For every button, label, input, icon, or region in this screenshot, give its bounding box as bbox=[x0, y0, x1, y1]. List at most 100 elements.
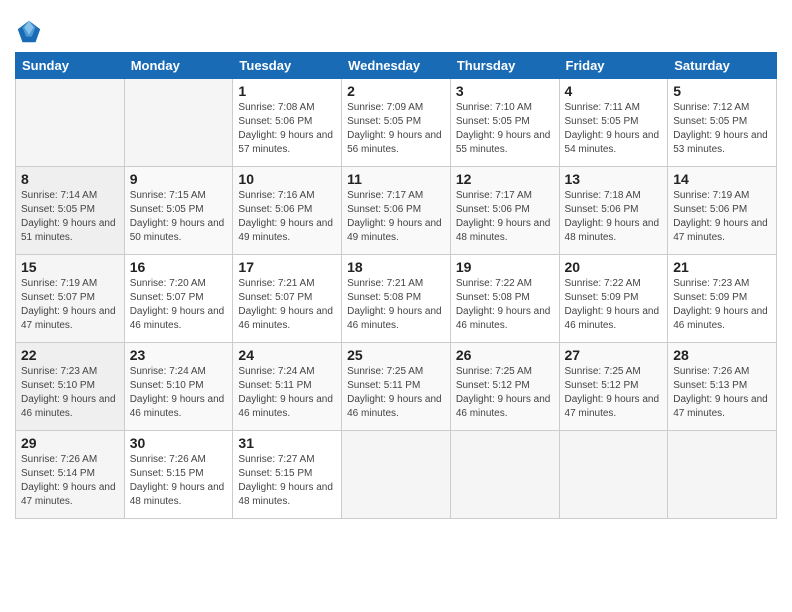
weekday-header: Saturday bbox=[668, 53, 777, 79]
calendar-cell: 22Sunrise: 7:23 AMSunset: 5:10 PMDayligh… bbox=[16, 343, 125, 431]
day-number: 28 bbox=[673, 347, 771, 363]
day-info: Sunrise: 7:11 AMSunset: 5:05 PMDaylight:… bbox=[565, 102, 660, 155]
calendar-cell bbox=[124, 79, 233, 167]
day-number: 18 bbox=[347, 259, 445, 275]
calendar-cell: 20 Sunrise: 7:22 AMSunset: 5:09 PMDayligh… bbox=[559, 255, 668, 343]
calendar-cell bbox=[450, 431, 559, 519]
calendar-cell: 4 Sunrise: 7:11 AMSunset: 5:05 PMDaylight… bbox=[559, 79, 668, 167]
calendar-cell: 24 Sunrise: 7:24 AMSunset: 5:11 PMDayligh… bbox=[233, 343, 342, 431]
calendar-week-row: 29 Sunrise: 7:26 AMSunset: 5:14 PMDayligh… bbox=[16, 431, 777, 519]
day-info: Sunrise: 7:14 AMSunset: 5:05 PMDaylight:… bbox=[21, 190, 116, 243]
day-number: 29 bbox=[21, 435, 119, 451]
day-info: Sunrise: 7:20 AMSunset: 5:07 PMDaylight:… bbox=[130, 278, 225, 331]
calendar-table: SundayMondayTuesdayWednesdayThursdayFrid… bbox=[15, 52, 777, 519]
day-number: 15 bbox=[21, 259, 119, 275]
calendar-cell: 28 Sunrise: 7:26 AMSunset: 5:13 PMDayligh… bbox=[668, 343, 777, 431]
calendar-cell: 10 Sunrise: 7:16 AMSunset: 5:06 PMDayligh… bbox=[233, 167, 342, 255]
day-number: 8 bbox=[21, 171, 119, 187]
day-number: 9 bbox=[130, 171, 228, 187]
day-number: 4 bbox=[565, 83, 663, 99]
day-info: Sunrise: 7:25 AMSunset: 5:12 PMDaylight:… bbox=[456, 366, 551, 419]
day-number: 2 bbox=[347, 83, 445, 99]
day-number: 12 bbox=[456, 171, 554, 187]
calendar-cell: 15 Sunrise: 7:19 AMSunset: 5:07 PMDayligh… bbox=[16, 255, 125, 343]
logo-icon bbox=[15, 18, 43, 46]
calendar-cell: 23 Sunrise: 7:24 AMSunset: 5:10 PMDayligh… bbox=[124, 343, 233, 431]
day-number: 20 bbox=[565, 259, 663, 275]
calendar-cell: 14 Sunrise: 7:19 AMSunset: 5:06 PMDayligh… bbox=[668, 167, 777, 255]
day-number: 19 bbox=[456, 259, 554, 275]
calendar-cell: 1Sunrise: 7:08 AMSunset: 5:06 PMDaylight… bbox=[233, 79, 342, 167]
day-info: Sunrise: 7:17 AMSunset: 5:06 PMDaylight:… bbox=[456, 190, 551, 243]
calendar-week-row: 1Sunrise: 7:08 AMSunset: 5:06 PMDaylight… bbox=[16, 79, 777, 167]
day-info: Sunrise: 7:25 AMSunset: 5:11 PMDaylight:… bbox=[347, 366, 442, 419]
day-info: Sunrise: 7:18 AMSunset: 5:06 PMDaylight:… bbox=[565, 190, 660, 243]
day-number: 25 bbox=[347, 347, 445, 363]
day-info: Sunrise: 7:23 AMSunset: 5:10 PMDaylight:… bbox=[21, 366, 116, 419]
day-number: 11 bbox=[347, 171, 445, 187]
day-info: Sunrise: 7:09 AMSunset: 5:05 PMDaylight:… bbox=[347, 102, 442, 155]
calendar-cell: 27 Sunrise: 7:25 AMSunset: 5:12 PMDayligh… bbox=[559, 343, 668, 431]
day-info: Sunrise: 7:27 AMSunset: 5:15 PMDaylight:… bbox=[238, 454, 333, 507]
calendar-cell: 2 Sunrise: 7:09 AMSunset: 5:05 PMDaylight… bbox=[342, 79, 451, 167]
day-number: 14 bbox=[673, 171, 771, 187]
day-info: Sunrise: 7:19 AMSunset: 5:07 PMDaylight:… bbox=[21, 278, 116, 331]
day-number: 3 bbox=[456, 83, 554, 99]
calendar-header-row: SundayMondayTuesdayWednesdayThursdayFrid… bbox=[16, 53, 777, 79]
day-number: 30 bbox=[130, 435, 228, 451]
calendar-cell: 12 Sunrise: 7:17 AMSunset: 5:06 PMDayligh… bbox=[450, 167, 559, 255]
day-number: 13 bbox=[565, 171, 663, 187]
day-info: Sunrise: 7:12 AMSunset: 5:05 PMDaylight:… bbox=[673, 102, 768, 155]
calendar-cell: 8 Sunrise: 7:14 AMSunset: 5:05 PMDaylight… bbox=[16, 167, 125, 255]
calendar-cell: 25 Sunrise: 7:25 AMSunset: 5:11 PMDayligh… bbox=[342, 343, 451, 431]
day-number: 21 bbox=[673, 259, 771, 275]
weekday-header: Thursday bbox=[450, 53, 559, 79]
day-number: 27 bbox=[565, 347, 663, 363]
day-number: 17 bbox=[238, 259, 336, 275]
calendar-cell: 26 Sunrise: 7:25 AMSunset: 5:12 PMDayligh… bbox=[450, 343, 559, 431]
calendar-week-row: 22Sunrise: 7:23 AMSunset: 5:10 PMDayligh… bbox=[16, 343, 777, 431]
weekday-header: Sunday bbox=[16, 53, 125, 79]
calendar-cell bbox=[342, 431, 451, 519]
day-info: Sunrise: 7:24 AMSunset: 5:11 PMDaylight:… bbox=[238, 366, 333, 419]
weekday-header: Tuesday bbox=[233, 53, 342, 79]
calendar-cell: 21 Sunrise: 7:23 AMSunset: 5:09 PMDayligh… bbox=[668, 255, 777, 343]
calendar-cell: 19Sunrise: 7:22 AMSunset: 5:08 PMDayligh… bbox=[450, 255, 559, 343]
day-info: Sunrise: 7:21 AMSunset: 5:07 PMDaylight:… bbox=[238, 278, 333, 331]
day-number: 26 bbox=[456, 347, 554, 363]
calendar-cell bbox=[559, 431, 668, 519]
day-number: 24 bbox=[238, 347, 336, 363]
calendar-cell: 9 Sunrise: 7:15 AMSunset: 5:05 PMDaylight… bbox=[124, 167, 233, 255]
day-number: 31 bbox=[238, 435, 336, 451]
day-info: Sunrise: 7:26 AMSunset: 5:14 PMDaylight:… bbox=[21, 454, 116, 507]
day-info: Sunrise: 7:25 AMSunset: 5:12 PMDaylight:… bbox=[565, 366, 660, 419]
logo bbox=[15, 18, 47, 46]
calendar-body: 1Sunrise: 7:08 AMSunset: 5:06 PMDaylight… bbox=[16, 79, 777, 519]
calendar-cell: 11 Sunrise: 7:17 AMSunset: 5:06 PMDayligh… bbox=[342, 167, 451, 255]
day-number: 16 bbox=[130, 259, 228, 275]
day-info: Sunrise: 7:19 AMSunset: 5:06 PMDaylight:… bbox=[673, 190, 768, 243]
day-info: Sunrise: 7:22 AMSunset: 5:09 PMDaylight:… bbox=[565, 278, 660, 331]
calendar-cell: 16 Sunrise: 7:20 AMSunset: 5:07 PMDayligh… bbox=[124, 255, 233, 343]
calendar-cell: 29 Sunrise: 7:26 AMSunset: 5:14 PMDayligh… bbox=[16, 431, 125, 519]
calendar-cell: 13 Sunrise: 7:18 AMSunset: 5:06 PMDayligh… bbox=[559, 167, 668, 255]
weekday-header: Wednesday bbox=[342, 53, 451, 79]
day-number: 10 bbox=[238, 171, 336, 187]
day-number: 1 bbox=[238, 83, 336, 99]
day-info: Sunrise: 7:21 AMSunset: 5:08 PMDaylight:… bbox=[347, 278, 442, 331]
calendar-week-row: 15 Sunrise: 7:19 AMSunset: 5:07 PMDayligh… bbox=[16, 255, 777, 343]
day-info: Sunrise: 7:15 AMSunset: 5:05 PMDaylight:… bbox=[130, 190, 225, 243]
calendar-cell: 5Sunrise: 7:12 AMSunset: 5:05 PMDaylight… bbox=[668, 79, 777, 167]
day-info: Sunrise: 7:26 AMSunset: 5:15 PMDaylight:… bbox=[130, 454, 225, 507]
weekday-header: Friday bbox=[559, 53, 668, 79]
weekday-header: Monday bbox=[124, 53, 233, 79]
header bbox=[15, 10, 777, 46]
day-number: 23 bbox=[130, 347, 228, 363]
day-info: Sunrise: 7:17 AMSunset: 5:06 PMDaylight:… bbox=[347, 190, 442, 243]
day-info: Sunrise: 7:24 AMSunset: 5:10 PMDaylight:… bbox=[130, 366, 225, 419]
day-info: Sunrise: 7:23 AMSunset: 5:09 PMDaylight:… bbox=[673, 278, 768, 331]
day-info: Sunrise: 7:16 AMSunset: 5:06 PMDaylight:… bbox=[238, 190, 333, 243]
calendar-cell bbox=[16, 79, 125, 167]
day-info: Sunrise: 7:26 AMSunset: 5:13 PMDaylight:… bbox=[673, 366, 768, 419]
calendar-cell: 3Sunrise: 7:10 AMSunset: 5:05 PMDaylight… bbox=[450, 79, 559, 167]
